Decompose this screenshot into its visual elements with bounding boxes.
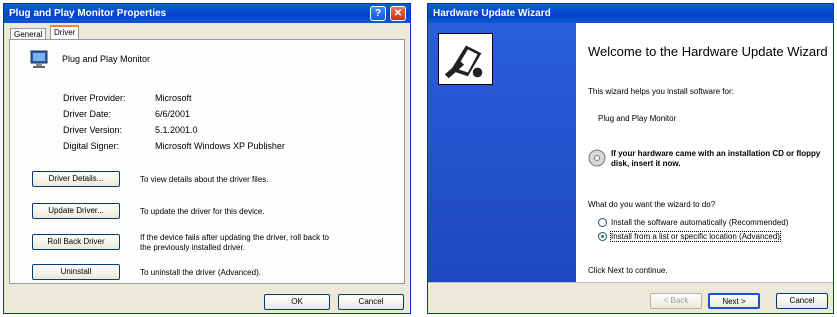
cd-hint: If your hardware came with an installati… [611, 149, 821, 168]
driver-tab-pane: Plug and Play Monitor Driver Provider: M… [9, 39, 405, 284]
update-driver-button[interactable]: Update Driver... [32, 203, 120, 219]
monitor-icon [30, 50, 48, 68]
roll-back-driver-desc: If the device fails after updating the d… [140, 233, 329, 252]
properties-cancel-button[interactable]: Cancel [338, 294, 404, 310]
wizard-side-panel [428, 23, 576, 282]
option-install-automatically[interactable]: Install the software automatically (Reco… [611, 218, 788, 227]
info-value: 5.1.2001.0 [155, 125, 198, 135]
tab-driver[interactable]: Driver [50, 25, 80, 40]
info-label: Driver Date: [63, 109, 112, 119]
driver-details-button[interactable]: Driver Details... [32, 171, 120, 187]
driver-details-desc: To view details about the driver files. [140, 175, 269, 184]
ok-button[interactable]: OK [264, 294, 330, 310]
wizard-device: Plug and Play Monitor [598, 114, 677, 123]
info-label: Driver Provider: [63, 93, 126, 103]
cd-icon [588, 149, 606, 167]
wizard-heading: Welcome to the Hardware Update Wizard [588, 44, 828, 59]
properties-dialog: Plug and Play Monitor Properties ? ✕ Gen… [3, 3, 411, 314]
wizard-footer [428, 282, 833, 313]
radio-install-from-list[interactable] [598, 232, 607, 241]
info-value: 6/6/2001 [155, 109, 191, 119]
roll-back-driver-button[interactable]: Roll Back Driver [32, 234, 120, 250]
wizard-question: What do you want the wizard to do? [588, 200, 716, 209]
wizard-titlebar[interactable]: Hardware Update Wizard [428, 4, 833, 23]
help-button[interactable]: ? [370, 6, 386, 21]
properties-titlebar[interactable]: Plug and Play Monitor Properties [4, 4, 410, 23]
next-button[interactable]: Next > [708, 293, 760, 309]
properties-title: Plug and Play Monitor Properties [9, 8, 167, 19]
wizard-title: Hardware Update Wizard [433, 8, 551, 19]
info-value: Microsoft [155, 93, 192, 103]
device-name: Plug and Play Monitor [62, 54, 151, 64]
radio-install-automatically[interactable] [598, 218, 607, 227]
wizard-intro: This wizard helps you install software f… [588, 87, 734, 96]
back-button[interactable]: < Back [650, 293, 702, 309]
update-driver-desc: To update the driver for this device. [140, 207, 265, 216]
info-label: Driver Version: [63, 125, 123, 135]
info-label: Digital Signer: [63, 141, 120, 151]
hardware-install-icon [438, 33, 493, 85]
hardware-update-wizard: Hardware Update Wizard Welcome to the Ha… [427, 3, 834, 314]
uninstall-button[interactable]: Uninstall [32, 264, 120, 280]
info-value: Microsoft Windows XP Publisher [155, 141, 285, 151]
continue-text: Click Next to continue. [588, 266, 668, 275]
wizard-cancel-button[interactable]: Cancel [776, 293, 828, 309]
close-button[interactable]: ✕ [390, 6, 406, 21]
uninstall-desc: To uninstall the driver (Advanced). [140, 268, 261, 277]
option-install-from-list[interactable]: Install from a list or specific location… [610, 231, 781, 242]
